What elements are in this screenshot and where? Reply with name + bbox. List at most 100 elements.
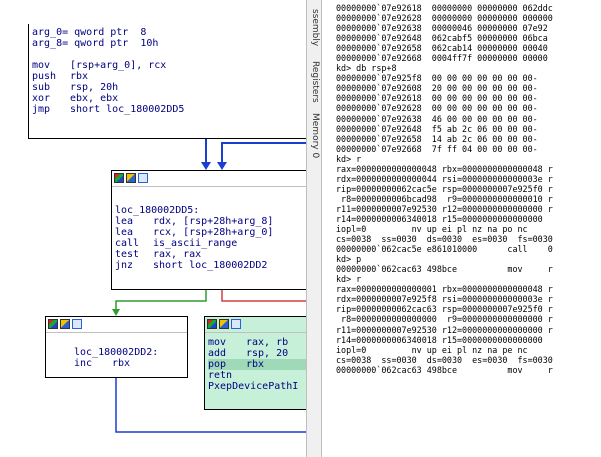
edge-mid-to-left	[115, 289, 207, 312]
console-line: 00000000`07e925f8 00 00 00 00 00 00 00-	[336, 73, 538, 84]
asm-line[interactable]: xor ebx, ebx	[32, 93, 306, 104]
console-line: rax=0000000000000001 rbx=000000000000004…	[336, 284, 553, 295]
asm-mnemonic: jmp	[32, 104, 51, 115]
edit-node-icon[interactable]	[219, 319, 229, 329]
asm-mnemonic: mov	[208, 337, 227, 348]
asm-line[interactable]: jnz short loc_180002DD2	[115, 260, 306, 271]
asm-operands: rsp, 20	[246, 348, 289, 359]
asm-mnemonic: lea	[115, 216, 134, 227]
console-line: 00000000`062cac5e e861010000 call 0	[336, 244, 553, 255]
asm-operands: [rsp+arg_0], rcx	[70, 60, 167, 71]
asm-line[interactable]: sub rsp, 20h	[32, 82, 306, 93]
edit-node-icon[interactable]	[126, 173, 136, 183]
console-line: cs=0038 ss=0030 ds=0030 es=0030 fs=0030	[336, 354, 553, 365]
asm-mnemonic: loc_180002DD2:	[74, 347, 159, 358]
asm-line[interactable]: PxepDevicePathI	[208, 381, 306, 392]
console-line: rip=00000000062cac63 rsp=0000000007e925f…	[336, 304, 553, 315]
asm-operands: rax, rax	[153, 249, 202, 260]
edge-mid-to-right	[221, 289, 306, 302]
edit-node-icon[interactable]	[60, 319, 70, 329]
group-node-icon[interactable]	[72, 319, 82, 329]
asm-mnemonic: pop	[208, 359, 227, 370]
console-line: 00000000`07e92668 7f ff 04 00 00 00 00-	[336, 143, 538, 154]
asm-line[interactable]: jmp short loc_180002DD5	[32, 104, 306, 115]
console-line: r11=0000000007e92530 r12=000000000000000…	[336, 324, 553, 335]
console-line: rip=00000000062cac5e rsp=0000000007e925f…	[336, 183, 553, 194]
vertical-tab-strip: ssembly Registers Memory 0	[306, 0, 322, 457]
tab-registers[interactable]: Registers	[308, 58, 321, 106]
console-lines: 00000000`07e92618 00000000 00000000 062d…	[322, 0, 601, 375]
asm-line[interactable]: call is_ascii_range	[115, 238, 306, 249]
asm-line[interactable]: loc_180002DD5:	[115, 205, 306, 216]
asm-line[interactable]: inc rbx	[74, 358, 187, 369]
console-line: 00000000`07e92658 062cab14 00000000 0004…	[336, 43, 548, 54]
console-line: rdx=0000000000000044 rsi=000000000000003…	[336, 173, 553, 184]
asm-mnemonic: sub	[32, 82, 51, 93]
edge-arrow-mid-left	[112, 309, 120, 316]
console-line: rax=0000000000000048 rbx=000000000000004…	[336, 163, 553, 174]
asm-mnemonic: lea	[115, 227, 134, 238]
tab-memory-0[interactable]: Memory 0	[308, 112, 321, 160]
graph-node-colors-icon[interactable]	[48, 319, 58, 329]
asm-line[interactable]: arg_0= qword ptr 8	[32, 27, 306, 38]
console-line: 00000000`07e92658 14 ab 2c 06 00 00 00-	[336, 133, 538, 144]
asm-line[interactable]	[32, 49, 306, 60]
asm-line[interactable]: push rbx	[32, 71, 306, 82]
node-entry[interactable]: arg_0= qword ptr 8 arg_8= qword ptr 10h mo…	[28, 24, 306, 139]
console-line: iopl=0 nv up ei pl nz na pe nc	[336, 344, 528, 355]
asm-line[interactable]: mov rax, rb	[208, 337, 306, 348]
asm-mnemonic: call	[115, 238, 140, 249]
console-line: 00000000`07e92638 46 00 00 00 00 00 00-	[336, 113, 538, 124]
console-line: 00000000`07e92628 00000000 00000000 0000…	[336, 13, 553, 24]
console-line: r8=0000000000000000 r9=0000000000000000 …	[336, 314, 553, 325]
asm-line[interactable]: lea rdx, [rsp+28h+arg_8]	[115, 216, 306, 227]
console-line: iopl=0 nv up ei pl nz na po nc	[336, 224, 528, 235]
asm-line[interactable]: mov [rsp+arg_0], rcx	[32, 60, 306, 71]
asm-operands: rbx	[70, 71, 89, 82]
asm-line[interactable]: lea rcx, [rsp+28h+arg_0]	[115, 227, 306, 238]
asm-mnemonic: mov	[32, 60, 51, 71]
asm-mnemonic: jnz	[115, 260, 134, 271]
console-line: r14=0000000006340018 r15=000000000000000…	[336, 334, 543, 345]
graph-node-colors-icon[interactable]	[114, 173, 124, 183]
asm-operands: short loc_180002DD2	[153, 260, 268, 271]
node-function-exit[interactable]: mov rax, rb add rsp, 20 pop rbx retn PxepDevice…	[204, 316, 306, 410]
debugger-command-output[interactable]: 00000000`07e92618 00000000 00000000 062d…	[322, 0, 601, 457]
node-header	[46, 317, 187, 333]
asm-operands: rbx	[112, 358, 131, 369]
asm-mnemonic: xor	[32, 93, 51, 104]
asm-operands: rcx, [rsp+28h+arg_0]	[153, 227, 274, 238]
asm-mnemonic: arg_8= qword ptr 10h	[32, 38, 159, 49]
asm-operands: rax, rb	[246, 337, 289, 348]
asm-line[interactable]: add rsp, 20	[208, 348, 306, 359]
asm-line[interactable]: test rax, rax	[115, 249, 306, 260]
console-line: 00000000`07e92648 062cabf5 00000000 06bc…	[336, 33, 548, 44]
asm-mnemonic: loc_180002DD5:	[115, 205, 200, 216]
node-loc-180002dd5-code: loc_180002DD5: lea rdx, [rsp+28h+arg_8] lea…	[112, 187, 306, 271]
node-loc-180002dd2[interactable]: loc_180002DD2: inc rbx	[45, 316, 188, 378]
console-line: 00000000`07e92668 0004ff7f 00000000 0000…	[336, 53, 548, 64]
console-line: rdx=0000000007e925f8 rsi=000000000000003…	[336, 294, 553, 305]
node-loc-180002dd2-code: loc_180002DD2: inc rbx	[46, 333, 187, 369]
console-line: kd> p	[336, 254, 362, 265]
node-function-exit-code: mov rax, rb add rsp, 20 pop rbx retn PxepDevice…	[205, 333, 306, 392]
console-line: r11=0000000007e92530 r12=000000000000000…	[336, 203, 553, 214]
asm-mnemonic: inc	[74, 358, 93, 369]
console-line: r14=0000000006340018 r15=000000000000000…	[336, 213, 543, 224]
asm-mnemonic: arg_0= qword ptr 8	[32, 27, 147, 38]
console-line: kd> r	[336, 274, 362, 285]
graph-node-colors-icon[interactable]	[207, 319, 217, 329]
asm-line[interactable]: loc_180002DD2:	[74, 347, 187, 358]
group-node-icon[interactable]	[231, 319, 241, 329]
group-node-icon[interactable]	[138, 173, 148, 183]
asm-line[interactable]: arg_8= qword ptr 10h	[32, 38, 306, 49]
tab-disassembly[interactable]: ssembly	[308, 4, 321, 52]
asm-line[interactable]: retn	[208, 370, 306, 381]
asm-line[interactable]: pop rbx	[208, 359, 306, 370]
asm-mnemonic: push	[32, 71, 57, 82]
console-line: 00000000`07e92648 f5 ab 2c 06 00 00 00-	[336, 123, 538, 134]
console-line: 00000000`07e92608 20 00 00 00 00 00 00-	[336, 83, 538, 94]
node-entry-code: arg_0= qword ptr 8 arg_8= qword ptr 10h mo…	[29, 24, 306, 115]
node-loc-180002dd5[interactable]: loc_180002DD5: lea rdx, [rsp+28h+arg_8] lea…	[111, 170, 306, 290]
graph-view[interactable]: arg_0= qword ptr 8 arg_8= qword ptr 10h mo…	[0, 0, 306, 457]
